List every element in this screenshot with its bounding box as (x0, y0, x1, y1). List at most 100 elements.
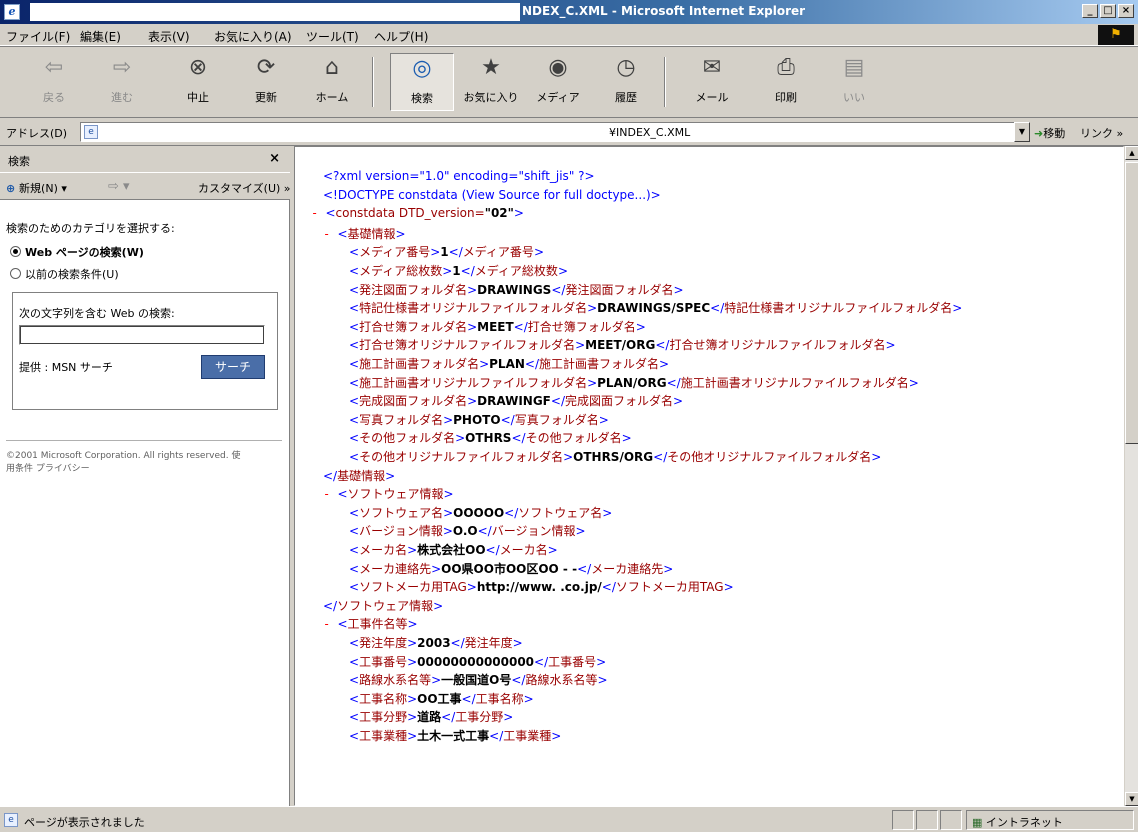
tag-bracket: </ (500, 412, 515, 427)
xml-tag: 工事名称 (475, 691, 524, 706)
tag-bracket: </ (323, 598, 338, 613)
search-submit-button[interactable]: サーチ (201, 355, 265, 379)
tag-bracket: < (349, 505, 360, 520)
close-button[interactable]: × (1118, 4, 1134, 18)
forward-button[interactable]: ⇨ 進む (92, 53, 152, 111)
new-search-button[interactable]: ⊕ 新規(N) ▾ (6, 180, 67, 196)
search-pane-close-button[interactable]: × (269, 151, 280, 166)
new-search-icon: ⊕ (6, 182, 20, 195)
xml-line: <バージョン情報>O.O</バージョン情報> (349, 522, 586, 539)
zone-label: イントラネット (985, 816, 1063, 829)
xml-tag: 打合せ簿フォルダ名 (359, 319, 468, 334)
refresh-icon: ⟳ (256, 55, 276, 80)
search-query-input[interactable] (19, 325, 265, 345)
next-button[interactable]: ⇨ ▾ (108, 179, 130, 194)
xml-text: PHOTO (453, 412, 501, 427)
home-button[interactable]: ⌂ ホーム (302, 53, 362, 111)
xml-line: <?xml version="1.0" encoding="shift_jis"… (323, 169, 595, 183)
favorites-button[interactable]: ★ お気に入り (458, 53, 524, 111)
vertical-scrollbar[interactable]: ▲ ▼ (1124, 146, 1138, 806)
tag-bracket: > (557, 264, 568, 278)
intranet-icon: ▦ (972, 816, 986, 829)
menu-view[interactable]: 表示(V) (148, 28, 190, 45)
links-button[interactable]: リンク » (1080, 125, 1123, 141)
xml-tag: 写真フォルダ名 (359, 412, 444, 427)
tag-bracket: < (349, 301, 360, 316)
menu-help[interactable]: ヘルプ(H) (374, 28, 428, 45)
tag-bracket: </ (511, 673, 526, 688)
xml-tag: 工事分野 (455, 710, 504, 725)
edit-button[interactable]: ▤ いい (824, 53, 884, 111)
print-button[interactable]: ⎙ 印刷 (756, 53, 816, 111)
media-button[interactable]: ◉ メディア (528, 53, 588, 111)
tag-bracket: > (442, 524, 453, 539)
history-icon: ◷ (616, 55, 636, 80)
menu-tools[interactable]: ツール(T) (306, 28, 359, 45)
xml-line[interactable]: - <constdata DTD_version="02"> (311, 206, 524, 220)
scroll-down-button[interactable]: ▼ (1125, 792, 1138, 806)
minimize-button[interactable]: _ (1082, 4, 1098, 18)
tag-bracket: < (337, 487, 348, 502)
maximize-button[interactable]: □ (1100, 4, 1116, 18)
media-label: メディア (536, 91, 580, 104)
xml-text: OTHRS (465, 431, 512, 446)
refresh-button[interactable]: ⟳ 更新 (236, 53, 296, 111)
tag-bracket: > (598, 412, 609, 427)
tag-bracket: > (621, 431, 632, 446)
tag-bracket: > (407, 654, 418, 669)
tag-bracket: </ (534, 654, 549, 669)
tag-bracket: > (908, 375, 919, 390)
ie-logo-icon[interactable]: e (4, 4, 20, 20)
xml-line: <工事分野>道路</工事分野> (349, 708, 513, 725)
stop-button[interactable]: ⊗ 中止 (168, 53, 228, 111)
menu-edit[interactable]: 編集(E) (80, 28, 121, 45)
xml-tag: 打合せ簿フォルダ名 (527, 319, 636, 334)
address-input[interactable]: e ¥INDEX_C.XML (80, 122, 1015, 142)
go-label: 移動 (1043, 127, 1066, 140)
go-button[interactable]: ➜移動 (1034, 125, 1065, 141)
scroll-thumb[interactable] (1125, 162, 1138, 444)
edit-icon: ▤ (843, 55, 865, 80)
tag-bracket: < (349, 636, 360, 650)
tag-bracket: > (503, 710, 514, 725)
address-bar: アドレス(D) e ¥INDEX_C.XML ▼ ➜移動 リンク » (0, 118, 1138, 146)
back-button[interactable]: ⇦ 戻る (24, 53, 84, 111)
tag-bracket: < (337, 226, 348, 241)
tag-bracket: < (349, 412, 360, 427)
search-pane-title: 検索 (8, 155, 30, 168)
xml-tag: 打合せ簿オリジナルファイルフォルダ名 (669, 338, 886, 353)
menu-file[interactable]: ファイル(F) (6, 28, 70, 45)
mail-button[interactable]: ✉ メール (682, 53, 742, 111)
xml-line[interactable]: - <基礎情報> (323, 225, 406, 242)
address-dropdown-button[interactable]: ▼ (1014, 122, 1030, 142)
xml-line[interactable]: - <ソフトウェア情報> (323, 485, 454, 502)
search-icon: ◎ (412, 56, 432, 81)
tag-bracket: </ (448, 245, 463, 260)
tag-bracket: < (349, 338, 360, 353)
xml-tag: 工事分野 (359, 710, 408, 725)
xml-text: http://www. .co.jp/ (476, 580, 602, 595)
xml-tag: 施工計画書フォルダ名 (539, 357, 660, 371)
xml-line: <メディア総枚数>1</メディア総枚数> (349, 262, 568, 279)
radio-previous-search[interactable]: 以前の検索条件(U) (10, 266, 119, 282)
search-button[interactable]: ◎ 検索 (390, 53, 454, 111)
xml-line: </基礎情報> (323, 467, 395, 484)
scroll-up-button[interactable]: ▲ (1125, 146, 1138, 160)
xml-tag: 路線水系名等 (359, 673, 432, 688)
tag-bracket: < (349, 654, 360, 669)
tag-bracket: </ (489, 729, 504, 743)
tag-bracket: < (349, 282, 360, 297)
tag-bracket: > (602, 505, 613, 520)
menu-favorites[interactable]: お気に入り(A) (214, 28, 292, 45)
tag-bracket: </ (513, 319, 528, 334)
back-icon: ⇦ (44, 55, 64, 80)
document-view[interactable]: <?xml version="1.0" encoding="shift_jis"… (294, 146, 1124, 806)
customize-button[interactable]: カスタマイズ(U) » (198, 180, 291, 196)
stop-label: 中止 (187, 91, 209, 104)
xml-tag: ソフトメーカ用TAG (615, 580, 724, 595)
xml-line[interactable]: - <工事件名等> (323, 615, 418, 632)
xml-line: <その他オリジナルファイルフォルダ名>OTHRS/ORG</その他オリジナルファ… (349, 448, 881, 465)
history-button[interactable]: ◷ 履歴 (596, 53, 656, 111)
status-bar: e ページが表示されました ▦ イントラネット (0, 806, 1138, 832)
radio-web-search[interactable]: Web ページの検索(W) (10, 244, 144, 260)
